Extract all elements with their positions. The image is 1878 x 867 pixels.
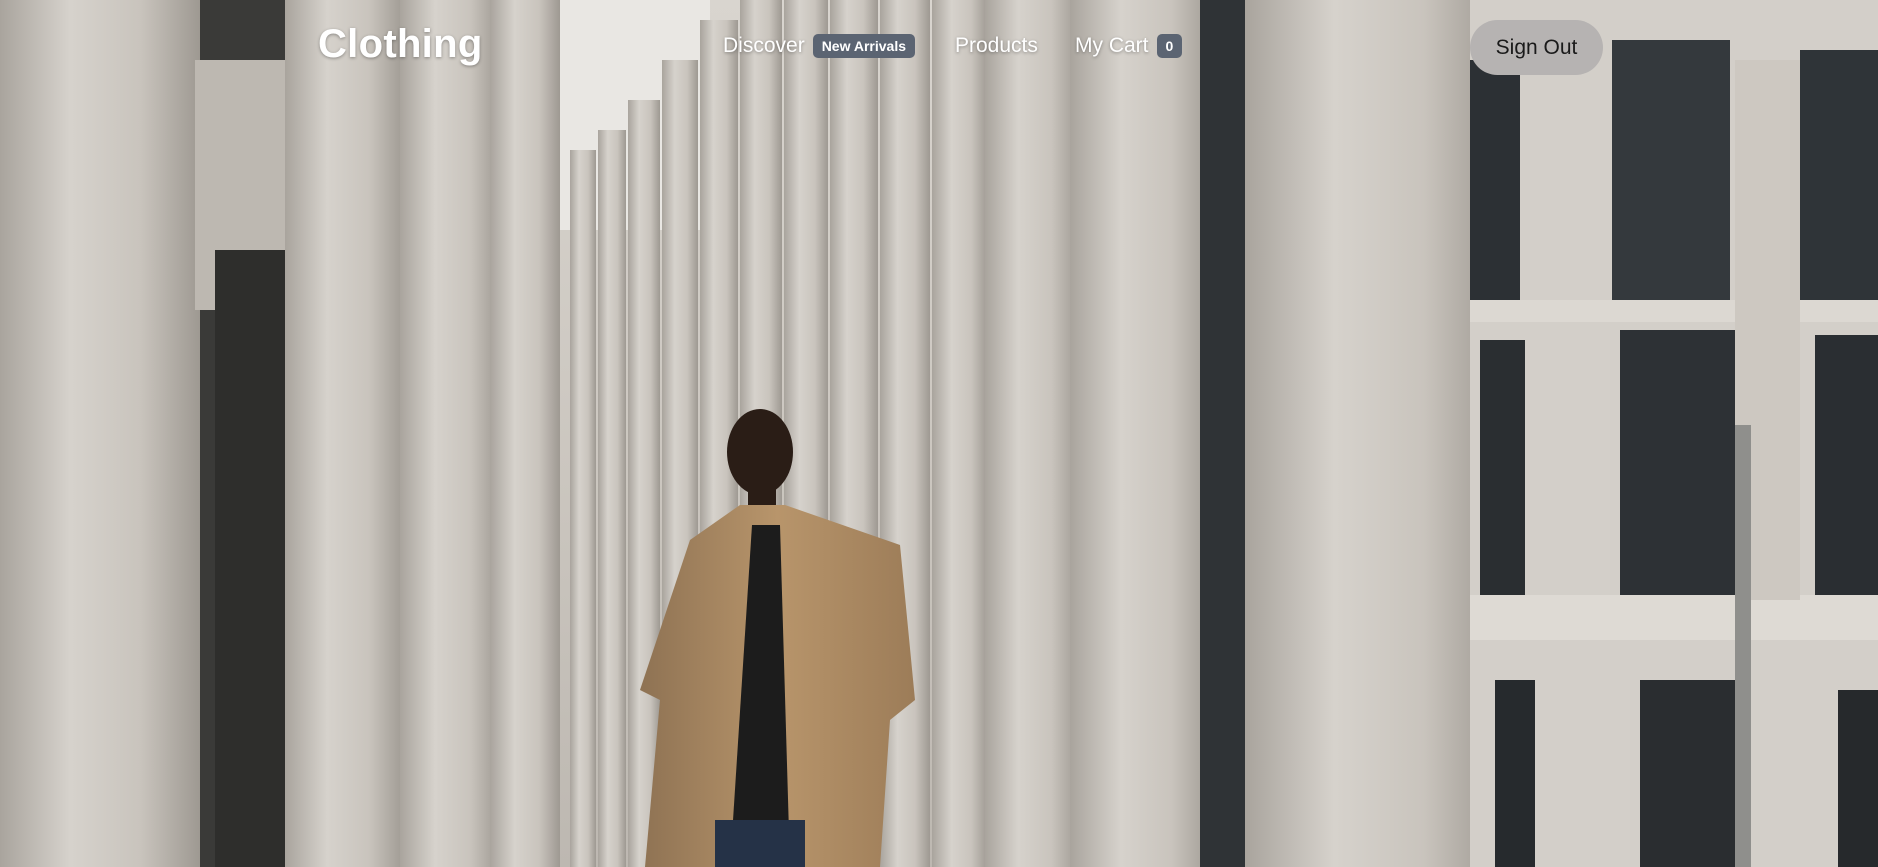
- sign-out-button[interactable]: Sign Out: [1470, 20, 1603, 75]
- brand-logo[interactable]: Clothing: [318, 22, 483, 67]
- hero-background-image: [0, 0, 1878, 867]
- nav-products[interactable]: Products: [955, 34, 1038, 58]
- nav-discover[interactable]: Discover New Arrivals: [723, 34, 915, 58]
- cart-count-badge: 0: [1156, 34, 1183, 58]
- new-arrivals-badge: New Arrivals: [812, 34, 915, 58]
- nav-discover-label: Discover: [723, 34, 805, 57]
- hero-photo: [0, 0, 1878, 867]
- nav-cart-label: My Cart: [1075, 34, 1149, 57]
- nav-my-cart[interactable]: My Cart 0: [1075, 34, 1183, 58]
- nav-products-label: Products: [955, 34, 1038, 57]
